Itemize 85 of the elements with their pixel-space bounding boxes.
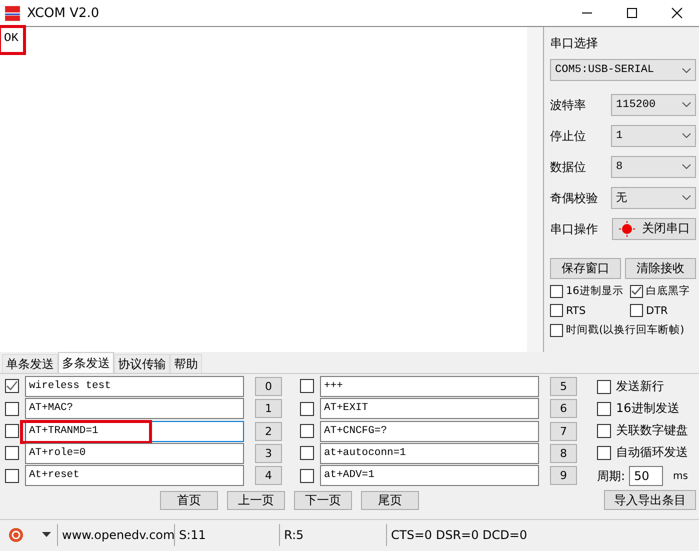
field-label: 停止位: [550, 128, 586, 144]
send-button[interactable]: 2: [255, 422, 282, 441]
tab[interactable]: 协议传输: [114, 354, 170, 373]
received-text: OK: [0, 27, 24, 53]
command-field[interactable]: at+autoconn=1: [320, 442, 539, 464]
send-button[interactable]: 5: [550, 376, 577, 396]
received-count: R:5: [279, 524, 386, 546]
page-button[interactable]: 首页: [160, 490, 218, 510]
row-checkbox[interactable]: [5, 379, 19, 394]
scrollbar[interactable]: [527, 27, 543, 352]
page-button[interactable]: 下一页: [294, 490, 352, 510]
command-field[interactable]: AT+TRANMD=1: [25, 420, 244, 442]
row-checkbox[interactable]: [300, 379, 314, 394]
command-field[interactable]: AT+CNCFG=?: [320, 420, 539, 442]
page-button[interactable]: 上一页: [227, 490, 285, 510]
send-button[interactable]: 3: [255, 444, 282, 463]
chevron-down-icon: [682, 164, 691, 169]
tab[interactable]: 多条发送: [58, 352, 114, 373]
period-label: 周期:: [597, 468, 626, 484]
app-logo-icon: [4, 4, 21, 22]
option-checkbox[interactable]: 16进制显示: [550, 284, 630, 298]
period-field[interactable]: 50: [629, 466, 664, 486]
chevron-down-icon: [682, 68, 691, 72]
dropdown-arrow-icon[interactable]: [42, 532, 51, 538]
command-field[interactable]: at+ADV=1: [320, 465, 539, 486]
sent-count: S:11: [174, 524, 279, 546]
option-checkbox[interactable]: 发送新行: [597, 378, 688, 395]
import-export-button[interactable]: 导入导出条目: [604, 490, 696, 510]
command-field[interactable]: +++: [320, 376, 539, 397]
row-checkbox[interactable]: [5, 424, 19, 438]
send-button[interactable]: 1: [255, 399, 282, 418]
port-dropdown[interactable]: COM5:USB-SERIAL: [550, 59, 696, 81]
row-checkbox[interactable]: [5, 468, 19, 483]
tab[interactable]: 单条发送: [2, 354, 58, 373]
check-icon: [631, 286, 642, 296]
send-button[interactable]: 4: [255, 466, 282, 486]
field-label: 数据位: [550, 158, 586, 176]
send-button[interactable]: 0: [255, 376, 282, 396]
command-field[interactable]: wireless test: [25, 376, 244, 397]
receive-area[interactable]: OK: [0, 27, 544, 352]
row-checkbox[interactable]: [300, 468, 314, 483]
setting-dropdown[interactable]: 115200: [611, 94, 696, 116]
send-button[interactable]: 8: [550, 444, 577, 463]
close-icon[interactable]: [671, 7, 683, 19]
row-checkbox[interactable]: [300, 424, 314, 438]
chevron-down-icon: [682, 102, 691, 107]
command-field[interactable]: AT+MAC?: [25, 398, 244, 420]
unit-label: ms: [673, 470, 688, 482]
line-status: CTS=0 DSR=0 DCD=0: [386, 524, 528, 546]
command-field[interactable]: AT+EXIT: [320, 398, 539, 420]
panel-button[interactable]: 清除接收: [625, 258, 696, 279]
row-checkbox[interactable]: [5, 446, 19, 460]
field-label: 奇偶校验: [550, 190, 598, 206]
panel-button[interactable]: 保存窗口: [550, 258, 621, 279]
option-checkbox[interactable]: 自动循环发送: [597, 444, 688, 461]
send-button[interactable]: 6: [550, 399, 577, 418]
option-checkbox[interactable]: 白底黑字: [630, 284, 696, 298]
setting-dropdown[interactable]: 无: [611, 186, 696, 208]
field-label: 波特率: [550, 96, 586, 114]
command-field[interactable]: AT+role=0: [25, 442, 244, 464]
close-port-button[interactable]: 关闭串口: [612, 218, 696, 240]
operate-label: 串口操作: [550, 220, 598, 238]
power-icon[interactable]: [8, 527, 24, 543]
row-checkbox[interactable]: [300, 446, 314, 460]
page-button[interactable]: 尾页: [361, 490, 419, 510]
option-checkbox[interactable]: 时间戳(以换行回车断帧): [550, 323, 696, 337]
port-label: 串口选择: [550, 35, 599, 52]
window-title: XCOM V2.0: [27, 6, 100, 20]
option-checkbox[interactable]: RTS: [550, 304, 630, 317]
command-field[interactable]: At+reset: [25, 465, 244, 486]
option-checkbox[interactable]: DTR: [630, 304, 696, 317]
tab[interactable]: 帮助: [170, 354, 202, 373]
row-checkbox[interactable]: [300, 402, 314, 416]
website-link[interactable]: www.openedv.com: [57, 524, 174, 546]
setting-dropdown[interactable]: 8: [611, 156, 696, 178]
maximize-icon[interactable]: [626, 7, 638, 19]
option-checkbox[interactable]: 16进制发送: [597, 400, 688, 417]
send-button[interactable]: 7: [550, 422, 577, 441]
chevron-down-icon: [682, 133, 691, 138]
chevron-down-icon: [682, 195, 691, 200]
row-checkbox[interactable]: [5, 402, 19, 416]
check-icon: [6, 380, 18, 392]
send-button[interactable]: 9: [550, 466, 577, 486]
setting-dropdown[interactable]: 1: [611, 124, 696, 146]
option-checkbox[interactable]: 关联数字键盘: [597, 422, 688, 439]
